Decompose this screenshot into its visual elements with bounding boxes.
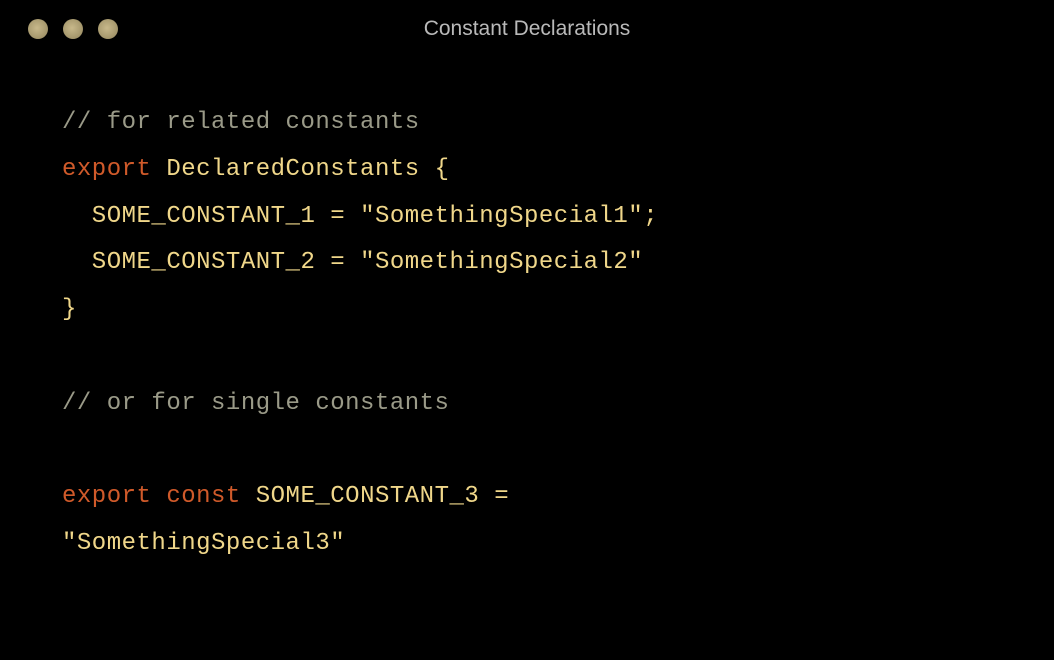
code-line: // for related constants: [62, 100, 992, 147]
code-token-comment: // or for single constants: [62, 390, 449, 417]
code-token-keyword: export: [62, 483, 151, 510]
code-token-operator: =: [330, 249, 360, 276]
close-icon[interactable]: [28, 19, 48, 39]
code-line: "SomethingSpecial3": [62, 521, 992, 568]
minimize-icon[interactable]: [63, 19, 83, 39]
code-line: export DeclaredConstants {: [62, 147, 992, 194]
code-token-string: "SomethingSpecial1": [360, 203, 643, 230]
code-token-comment: [62, 343, 77, 370]
code-token-property: SOME_CONSTANT_2: [62, 249, 330, 276]
code-token-identifier: SOME_CONSTANT_3: [241, 483, 494, 510]
code-token-keyword: const: [151, 483, 240, 510]
code-token-comment: [62, 437, 77, 464]
code-line: [62, 334, 992, 381]
code-token-identifier: DeclaredConstants: [151, 156, 434, 183]
code-line: // or for single constants: [62, 381, 992, 428]
maximize-icon[interactable]: [98, 19, 118, 39]
code-token-string: "SomethingSpecial2": [360, 249, 643, 276]
code-token-string: "SomethingSpecial3": [62, 530, 345, 557]
code-line: [62, 428, 992, 475]
code-line: export const SOME_CONSTANT_3 =: [62, 474, 992, 521]
code-line: }: [62, 287, 992, 334]
code-token-property: SOME_CONSTANT_1: [62, 203, 330, 230]
code-line: SOME_CONSTANT_1 = "SomethingSpecial1";: [62, 194, 992, 241]
code-token-brace: }: [62, 296, 77, 323]
titlebar: Constant Declarations: [0, 0, 1054, 58]
code-token-comment: // for related constants: [62, 109, 420, 136]
code-token-operator: =: [330, 203, 360, 230]
code-token-operator: =: [494, 483, 509, 510]
code-token-brace: {: [435, 156, 450, 183]
code-area: // for related constants export DeclaredC…: [0, 58, 1054, 568]
code-token-keyword: export: [62, 156, 151, 183]
code-token-punct: ;: [643, 203, 658, 230]
traffic-lights: [28, 19, 118, 39]
code-window: Constant Declarations // for related con…: [0, 0, 1054, 660]
window-title: Constant Declarations: [424, 17, 631, 41]
code-line: SOME_CONSTANT_2 = "SomethingSpecial2": [62, 240, 992, 287]
